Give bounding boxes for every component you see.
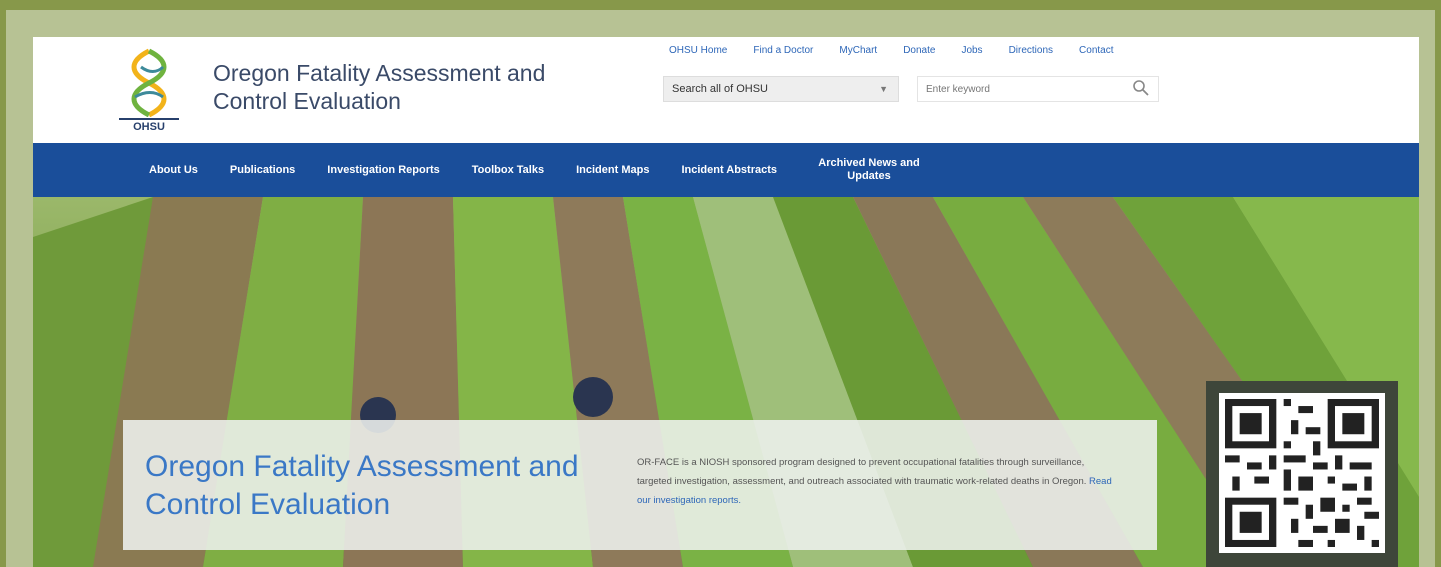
- util-link-mychart[interactable]: MyChart: [839, 45, 877, 56]
- nav-incident-maps[interactable]: Incident Maps: [576, 164, 649, 176]
- hero-description-text: OR-FACE is a NIOSH sponsored program des…: [637, 457, 1087, 487]
- site-title[interactable]: Oregon Fatality Assessment and Control E…: [213, 59, 603, 115]
- ohsu-logo[interactable]: OHSU: [119, 47, 179, 133]
- nav-investigation-reports[interactable]: Investigation Reports: [327, 164, 439, 176]
- hero-description: OR-FACE is a NIOSH sponsored program des…: [637, 453, 1117, 510]
- qr-code-image: [1219, 393, 1385, 553]
- hero-title: Oregon Fatality Assessment and Control E…: [145, 450, 579, 521]
- nav-incident-abstracts[interactable]: Incident Abstracts: [681, 164, 777, 176]
- util-link-find-doctor[interactable]: Find a Doctor: [753, 45, 813, 56]
- util-link-donate[interactable]: Donate: [903, 45, 935, 56]
- search-scope-select[interactable]: Search all of OHSU ▼: [663, 76, 899, 102]
- ohsu-helix-icon: [131, 48, 167, 118]
- util-link-contact[interactable]: Contact: [1079, 45, 1113, 56]
- util-link-directions[interactable]: Directions: [1009, 45, 1053, 56]
- qr-code[interactable]: [1206, 381, 1398, 567]
- search-input[interactable]: [917, 76, 1159, 102]
- nav-about-us[interactable]: About Us: [149, 164, 198, 176]
- search-scope-value: Search all of OHSU: [672, 83, 768, 95]
- nav-publications[interactable]: Publications: [230, 164, 295, 176]
- chevron-down-icon: ▼: [879, 84, 888, 94]
- site-header: OHSU Oregon Fatality Assessment and Cont…: [33, 37, 1419, 143]
- utility-links: OHSU Home Find a Doctor MyChart Donate J…: [669, 45, 1140, 56]
- nav-toolbox-talks[interactable]: Toolbox Talks: [472, 164, 544, 176]
- hero-caption: Oregon Fatality Assessment and Control E…: [123, 420, 1157, 550]
- util-link-jobs[interactable]: Jobs: [961, 45, 982, 56]
- nav-archived-news[interactable]: Archived News and Updates: [809, 157, 929, 183]
- search-icon[interactable]: [1131, 78, 1151, 98]
- logo-wordmark: OHSU: [119, 118, 179, 133]
- main-nav: About Us Publications Investigation Repo…: [33, 143, 1419, 197]
- qr-code-icon: [1225, 399, 1379, 547]
- util-link-ohsu-home[interactable]: OHSU Home: [669, 45, 727, 56]
